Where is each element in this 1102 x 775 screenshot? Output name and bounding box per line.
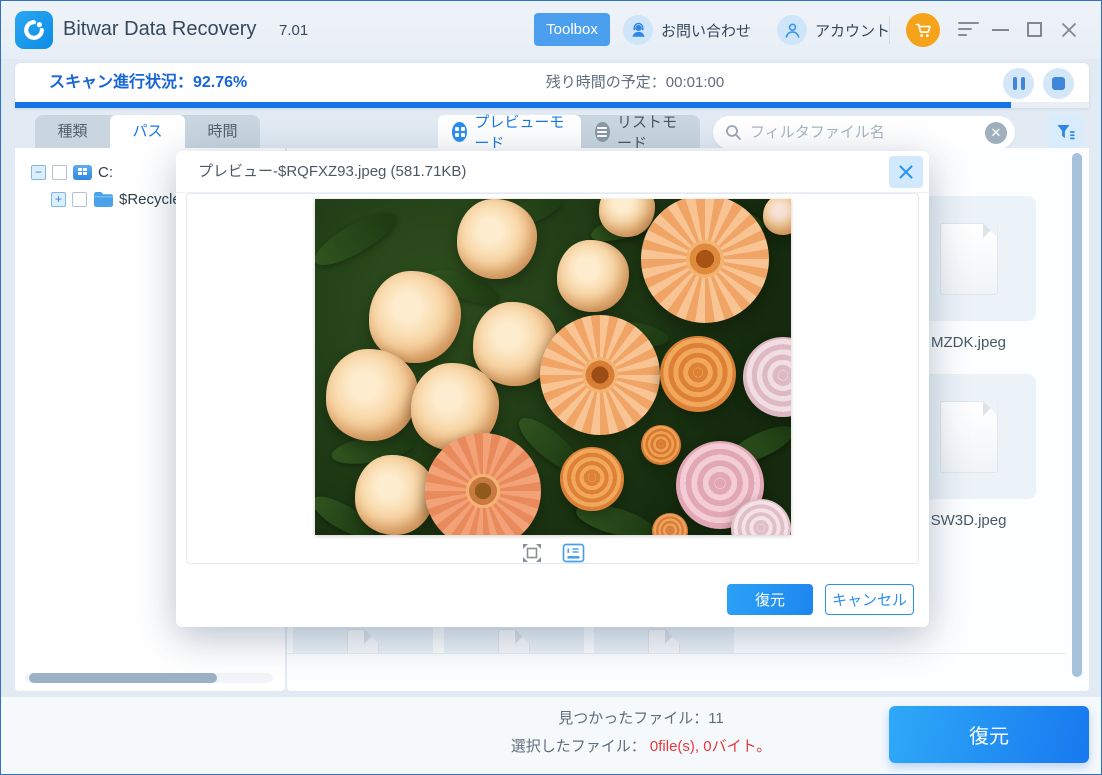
app-title: Bitwar Data Recovery [63,18,256,41]
restore-button-main[interactable]: 復元 [889,706,1089,763]
flower-shape [355,455,435,535]
tree-row-recycle[interactable]: + $Recycle. [51,188,185,210]
flower-shape [660,336,736,412]
contact-label: お問い合わせ [661,20,751,41]
horizontal-scrollbar[interactable] [25,673,273,683]
toolbox-button[interactable]: Toolbox [534,13,610,46]
scan-progress-label: スキャン進行状況：92.76% [49,63,247,102]
app-window: Bitwar Data Recovery 7.01 Toolbox お問い合わせ… [0,0,1102,775]
leaf-shape [315,204,402,274]
status-bar: 見つかったファイル：11 選択したファイル： 0file(s), 0バイト。 復… [1,696,1101,774]
modal-restore-button[interactable]: 復元 [727,584,813,615]
funnel-icon [1055,122,1076,142]
pause-icon [1013,77,1017,90]
modal-cancel-button[interactable]: キャンセル [825,584,914,615]
maximize-icon[interactable] [1027,22,1042,37]
preview-photo [315,199,791,535]
list-mode-tab[interactable]: リストモード [581,115,700,148]
scan-progress-card: スキャン進行状況：92.76% 残り時間の予定：00:01:00 [15,63,1089,108]
preview-frame [186,193,919,564]
account-menu[interactable]: アカウント [777,14,890,46]
stop-button[interactable] [1043,68,1074,99]
clear-search-icon[interactable]: ✕ [985,122,1007,144]
stop-icon [1052,77,1065,90]
expand-expander[interactable]: + [51,192,66,207]
search-icon [725,124,742,141]
selected-files-count: 0file(s), [650,738,699,755]
preview-modal-header: プレビュー-$RQFXZ93.jpeg (581.71KB) [176,151,929,193]
tab-time[interactable]: 時間 [185,115,260,148]
preview-mode-tab[interactable]: プレビューモード [438,115,581,148]
file-icon [498,629,530,653]
tree-row-c-drive[interactable]: − C: [31,161,113,183]
tree-label-recycle[interactable]: $Recycle. [119,191,185,208]
collapse-expander[interactable]: − [31,165,46,180]
shopping-cart-icon[interactable] [906,13,940,47]
titlebar-divider [889,16,890,44]
bitwar-logo-icon [15,11,53,49]
file-icon [648,629,680,653]
preview-mode-label: プレビューモード [474,111,566,153]
minimize-icon[interactable] [992,29,1009,31]
account-label: アカウント [815,20,890,41]
flower-shape [457,199,537,279]
horizontal-scrollbar-thumb[interactable] [29,673,217,683]
flower-shape [763,199,791,235]
preview-modal-title: プレビュー-$RQFXZ93.jpeg (581.71KB) [198,151,466,193]
file-icon [940,223,998,295]
folder-icon [93,191,113,207]
contact-menu[interactable]: お問い合わせ [623,14,751,46]
selected-prefix: 選択したファイル： [511,738,646,755]
flower-shape [652,513,688,535]
flower-shape [369,271,461,363]
flower-shape [326,349,418,441]
app-version: 7.01 [279,22,308,39]
file-icon [940,401,998,473]
tab-type[interactable]: 種類 [35,115,110,148]
flower-shape [641,425,681,465]
selected-bytes: 0バイト。 [703,738,771,755]
scan-progress-fill [15,102,1011,108]
headset-person-icon [623,15,653,45]
list-mode-label: リストモード [617,111,686,153]
titlebar: Bitwar Data Recovery 7.01 Toolbox お問い合わせ… [1,1,1101,59]
file-icon [347,629,379,653]
c-drive-checkbox[interactable] [52,165,67,180]
hamburger-menu-icon[interactable] [958,22,982,38]
vertical-scrollbar-thumb[interactable] [1072,153,1082,677]
tab-path[interactable]: パス [110,115,185,148]
modal-close-icon[interactable] [889,156,923,188]
tree-label-c-drive[interactable]: C: [98,164,113,181]
person-icon [777,15,807,45]
grid-divider [287,653,1067,654]
flower-shape [641,199,769,323]
remaining-time-label: 残り時間の予定：00:01:00 [485,63,785,102]
preview-modal: プレビュー-$RQFXZ93.jpeg (581.71KB) 復元 キャンセル [176,151,929,627]
flower-shape [743,337,791,417]
grid-view-icon [452,122,467,142]
flower-shape [540,315,660,435]
preview-tools [187,541,918,565]
group-by-tabs: 種類 パス 時間 [35,115,260,148]
filter-search-box: ✕ [713,116,1015,149]
image-info-icon[interactable] [562,541,586,565]
scan-progress-bar [15,102,1089,108]
drive-icon [73,165,92,180]
recycle-checkbox[interactable] [72,192,87,207]
close-icon[interactable] [1060,21,1078,39]
fullscreen-icon[interactable] [520,541,544,565]
pause-button[interactable] [1003,68,1034,99]
flower-shape [425,433,541,535]
view-mode-tabs: プレビューモード リストモード [438,115,700,148]
filter-filename-input[interactable] [750,124,985,141]
list-view-icon [595,122,610,142]
flower-shape [557,240,629,312]
c-swirl-icon [22,18,46,42]
flower-shape [560,447,624,511]
filter-button[interactable] [1047,114,1083,150]
